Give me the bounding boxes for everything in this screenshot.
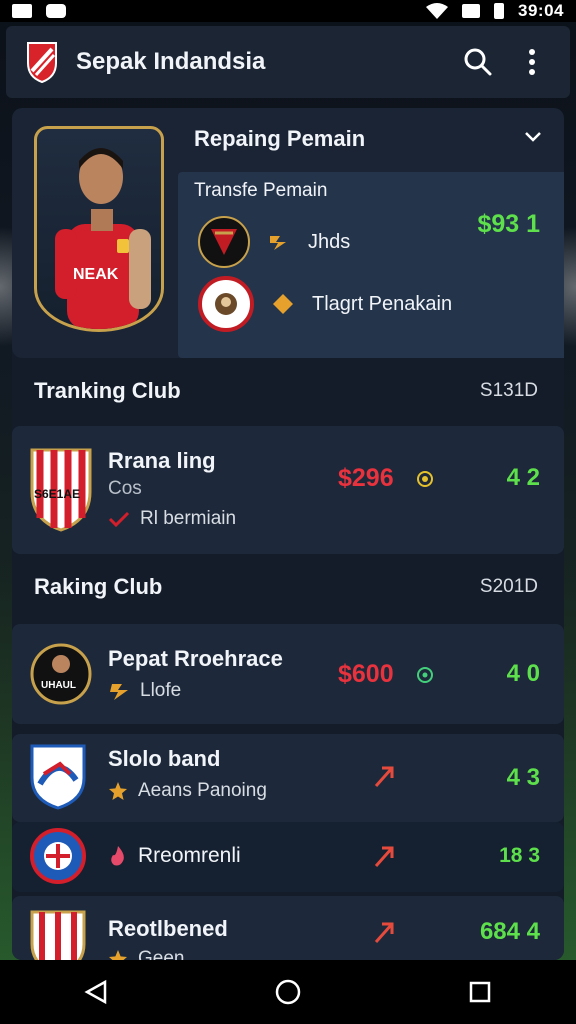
more-vert-icon: [529, 49, 535, 75]
home-circle-icon: [275, 979, 301, 1005]
transfer-row-label: Tlagrt Penakain: [312, 292, 453, 315]
transfer-row-label: Jhds: [308, 230, 351, 253]
club-score: 4 0: [506, 660, 540, 687]
club-score: 4 3: [506, 764, 540, 791]
check-icon: [108, 511, 130, 527]
section-header: Raking Club S201D: [34, 574, 538, 600]
club-card[interactable]: Slolo band Aeans Panoing 4 3: [12, 734, 564, 822]
club-card[interactable]: Rreomrenli 18 3: [12, 822, 564, 892]
section-code: S131D: [479, 380, 538, 401]
app-title: Sepak Indandsia: [76, 48, 266, 75]
player-portrait: NEAK: [55, 148, 151, 329]
player-card[interactable]: NEAK: [34, 126, 164, 332]
club-name: Rrana ling: [108, 448, 216, 473]
club-name: Slolo band: [108, 746, 221, 771]
hero-title: Repaing Pemain: [194, 126, 366, 151]
boost-arrow-icon: [374, 922, 394, 943]
club-score: 18 3: [499, 844, 540, 867]
search-icon: [464, 48, 492, 76]
club-logo-icon: [30, 910, 86, 960]
status-bar: 39:04: [0, 0, 576, 22]
transfer-row[interactable]: Jhds: [198, 216, 350, 268]
jersey-sponsor-text: NEAK: [73, 266, 119, 283]
club-name-row: Rreomrenli: [108, 844, 241, 868]
recents-square-icon: [469, 981, 491, 1003]
club-card[interactable]: S6E1AE Rrana ling Cos Rl bermiain $296 4…: [12, 426, 564, 554]
club-card[interactable]: UHAUL Pepat Rroehrace Llofe $600 4 0: [12, 624, 564, 724]
section-header: Tranking Club S131D: [34, 378, 538, 404]
home-button[interactable]: [258, 972, 318, 1012]
gmail-icon: [12, 4, 32, 18]
wifi-icon: [426, 3, 449, 19]
message-icon: [46, 4, 66, 18]
transfer-row[interactable]: Tlagrt Penakain: [198, 276, 452, 332]
boost-icon: [270, 236, 286, 250]
club-logo-icon: UHAUL: [30, 643, 92, 705]
club-subtitle-row: Aeans Panoing: [108, 780, 267, 802]
app-logo-shield-icon: [27, 42, 57, 83]
back-triangle-icon: [84, 979, 107, 1005]
club-name: Rreomrenli: [138, 844, 241, 867]
boost-icon: [110, 684, 128, 700]
club-logo-icon: S6E1AE: [30, 448, 92, 532]
more-options-button[interactable]: [514, 44, 550, 80]
search-button[interactable]: [460, 44, 496, 80]
club-logo-text: S6E1AE: [34, 487, 80, 501]
club-price: $296: [338, 464, 394, 492]
app-header: Sepak Indandsia: [6, 26, 570, 98]
club-subtitle: Llofe: [140, 680, 182, 701]
club-name: Pepat Rroehrace: [108, 646, 283, 671]
section-title: Tranking Club: [34, 378, 181, 403]
star-icon: [109, 782, 127, 800]
club-logo-icon: [30, 744, 86, 810]
transfer-value: $93 1: [477, 210, 540, 238]
club-card[interactable]: Reotlbened Geen 684 4: [12, 896, 564, 960]
recents-button[interactable]: [450, 972, 510, 1012]
boost-arrow-icon: [374, 846, 394, 867]
club-logo-text: UHAUL: [41, 680, 76, 691]
star-icon: [109, 950, 127, 960]
club-logo-icon: [30, 828, 86, 884]
section-title: Raking Club: [34, 574, 163, 599]
coin-icon: [417, 471, 433, 487]
target-icon: [417, 667, 433, 683]
no-sim-icon: [462, 4, 481, 18]
main-content: NEAK Repaing Pemain Transfe Pemain $93 1…: [12, 108, 564, 960]
back-button[interactable]: [66, 972, 126, 1012]
club-subtitle-row: Llofe: [108, 680, 181, 702]
club-extra-label: Rl bermiain: [140, 508, 237, 529]
club-extra: Rl bermiain: [108, 508, 236, 530]
chevron-down-icon: [525, 132, 541, 142]
status-time: 39:04: [518, 1, 564, 20]
transfer-title: Transfe Pemain: [194, 180, 328, 201]
club-price: $600: [338, 660, 394, 688]
club-subtitle: Geen: [138, 948, 185, 960]
club-crest-icon: [198, 276, 254, 332]
player-hero-card[interactable]: NEAK Repaing Pemain Transfe Pemain $93 1…: [12, 108, 564, 358]
diamond-icon: [273, 294, 293, 314]
club-crest-icon: [198, 216, 250, 268]
club-score: 684 4: [479, 918, 540, 945]
section-code: S201D: [479, 576, 538, 597]
club-subtitle: Aeans Panoing: [138, 780, 267, 801]
system-nav-bar: [0, 960, 576, 1024]
club-score: 4 2: [506, 464, 540, 491]
club-subtitle-row: Geen: [108, 948, 184, 960]
club-name: Reotlbened: [108, 916, 228, 941]
battery-icon: [494, 3, 505, 19]
transfer-panel[interactable]: Transfe Pemain $93 1 Jhds Tlagrt Penakai…: [178, 172, 564, 358]
expand-button[interactable]: [524, 130, 542, 148]
flame-icon: [111, 846, 124, 866]
club-subtitle: Cos: [108, 478, 142, 499]
boost-arrow-icon: [374, 766, 394, 787]
